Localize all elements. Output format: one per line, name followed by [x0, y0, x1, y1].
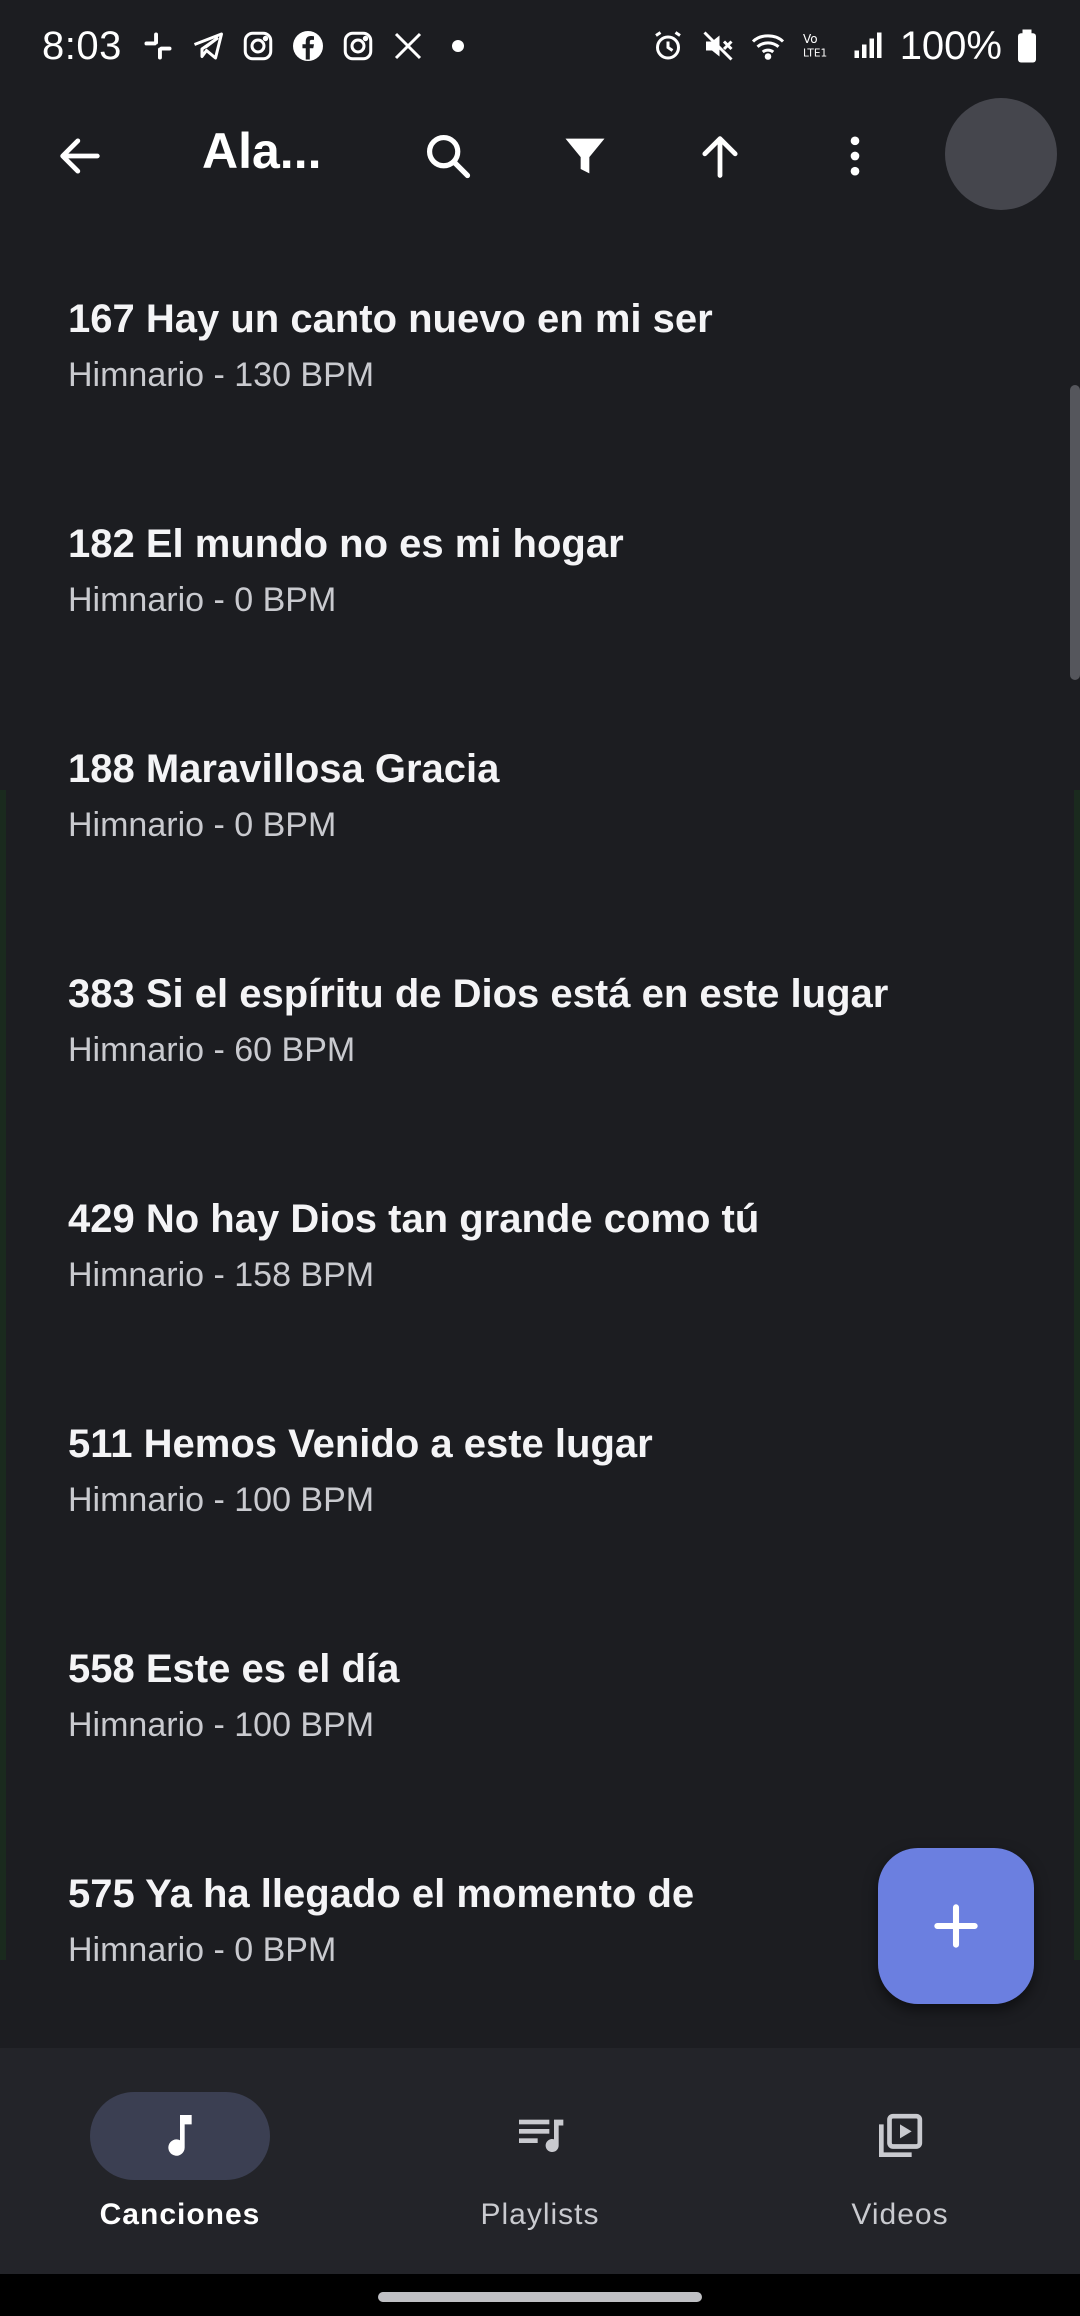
song-subtitle: Himnario - 0 BPM — [68, 581, 337, 619]
alarm-icon — [650, 28, 686, 64]
list-item[interactable]: 182 El mundo no es mi hogar Himnario - 0… — [0, 470, 1080, 695]
system-status-icons: Vo LTE1 100% — [650, 24, 1038, 69]
more-vert-icon — [850, 136, 860, 176]
slack-icon — [140, 28, 176, 64]
active-indicator — [90, 2092, 270, 2180]
nav-item-videos[interactable]: Videos — [720, 2048, 1080, 2274]
avatar[interactable] — [945, 98, 1057, 210]
list-edge-indicator — [0, 790, 6, 1960]
music-note-icon — [168, 2115, 192, 2156]
video-library-icon — [879, 2113, 923, 2157]
song-title: 167 Hay un canto nuevo en mi ser — [68, 297, 713, 341]
facebook-icon — [290, 28, 326, 64]
filter-button[interactable] — [545, 116, 625, 196]
scrollbar[interactable] — [1070, 385, 1080, 680]
search-button[interactable] — [408, 116, 488, 196]
song-subtitle: Himnario - 100 BPM — [68, 1706, 375, 1744]
add-song-button[interactable] — [878, 1848, 1034, 2004]
song-title: 383 Si el espíritu de Dios está en este … — [68, 972, 889, 1016]
nav-label: Canciones — [99, 2198, 261, 2231]
list-edge-indicator — [1074, 790, 1080, 1960]
song-subtitle: Himnario - 60 BPM — [68, 1031, 356, 1069]
search-icon — [426, 134, 471, 179]
page-title: Ala... — [202, 123, 322, 179]
back-button[interactable] — [40, 116, 120, 196]
x-icon — [390, 28, 426, 64]
song-title: 188 Maravillosa Gracia — [68, 747, 500, 791]
list-item[interactable]: 558 Este es el día Himnario - 100 BPM — [0, 1595, 1080, 1820]
nav-icon-container — [810, 2092, 990, 2180]
nav-icon-container — [450, 2092, 630, 2180]
list-item[interactable]: 188 Maravillosa Gracia Himnario - 0 BPM — [0, 695, 1080, 920]
bottom-navigation: Canciones Playlists Videos — [0, 2048, 1080, 2274]
back-arrow-icon — [60, 138, 100, 174]
svg-text:LTE1: LTE1 — [803, 48, 827, 60]
instagram-icon — [340, 28, 376, 64]
svg-text:Vo: Vo — [803, 32, 818, 46]
song-title: 429 No hay Dios tan grande como tú — [68, 1197, 760, 1241]
song-title: 558 Este es el día — [68, 1647, 400, 1691]
nav-item-playlists[interactable]: Playlists — [360, 2048, 720, 2274]
song-subtitle: Himnario - 100 BPM — [68, 1481, 375, 1519]
dot-icon — [440, 28, 476, 64]
signal-icon — [850, 28, 886, 64]
gesture-handle[interactable] — [378, 2292, 702, 2302]
song-list: 167 Hay un canto nuevo en mi ser Himnari… — [0, 245, 1080, 2045]
nav-item-canciones[interactable]: Canciones — [0, 2048, 360, 2274]
list-item[interactable]: 429 No hay Dios tan grande como tú Himna… — [0, 1145, 1080, 1370]
more-options-button[interactable] — [815, 116, 895, 196]
nav-label: Videos — [851, 2198, 949, 2231]
notification-icons — [140, 28, 476, 64]
list-item[interactable]: 383 Si el espíritu de Dios está en este … — [0, 920, 1080, 1145]
list-item[interactable]: 167 Hay un canto nuevo en mi ser Himnari… — [0, 245, 1080, 470]
sort-button[interactable] — [680, 116, 760, 196]
instagram-icon — [240, 28, 276, 64]
status-time: 8:03 — [42, 23, 122, 68]
mute-icon — [700, 28, 736, 64]
wifi-icon — [750, 28, 786, 64]
status-bar: 8:03 Vo LTE1 100% — [0, 0, 1080, 92]
app-screen: 8:03 Vo LTE1 100% Ala... 167 Hay un cant… — [0, 0, 1080, 2316]
song-subtitle: Himnario - 158 BPM — [68, 1256, 375, 1294]
list-item[interactable]: 511 Hemos Venido a este lugar Himnario -… — [0, 1370, 1080, 1595]
top-app-bar: Ala... — [0, 92, 1080, 220]
battery-icon — [1016, 28, 1038, 64]
song-subtitle: Himnario - 130 BPM — [68, 356, 375, 394]
sort-arrow-up-icon — [702, 136, 738, 178]
song-title: 511 Hemos Venido a este lugar — [68, 1422, 653, 1466]
plus-icon — [934, 1904, 978, 1948]
volte-icon: Vo LTE1 — [800, 28, 836, 64]
filter-icon — [565, 138, 605, 174]
playlist-icon — [519, 2119, 564, 2153]
song-title: 182 El mundo no es mi hogar — [68, 522, 624, 566]
battery-percentage: 100% — [899, 23, 1002, 68]
telegram-icon — [190, 28, 226, 64]
nav-label: Playlists — [480, 2198, 600, 2231]
song-subtitle: Himnario - 0 BPM — [68, 806, 337, 844]
